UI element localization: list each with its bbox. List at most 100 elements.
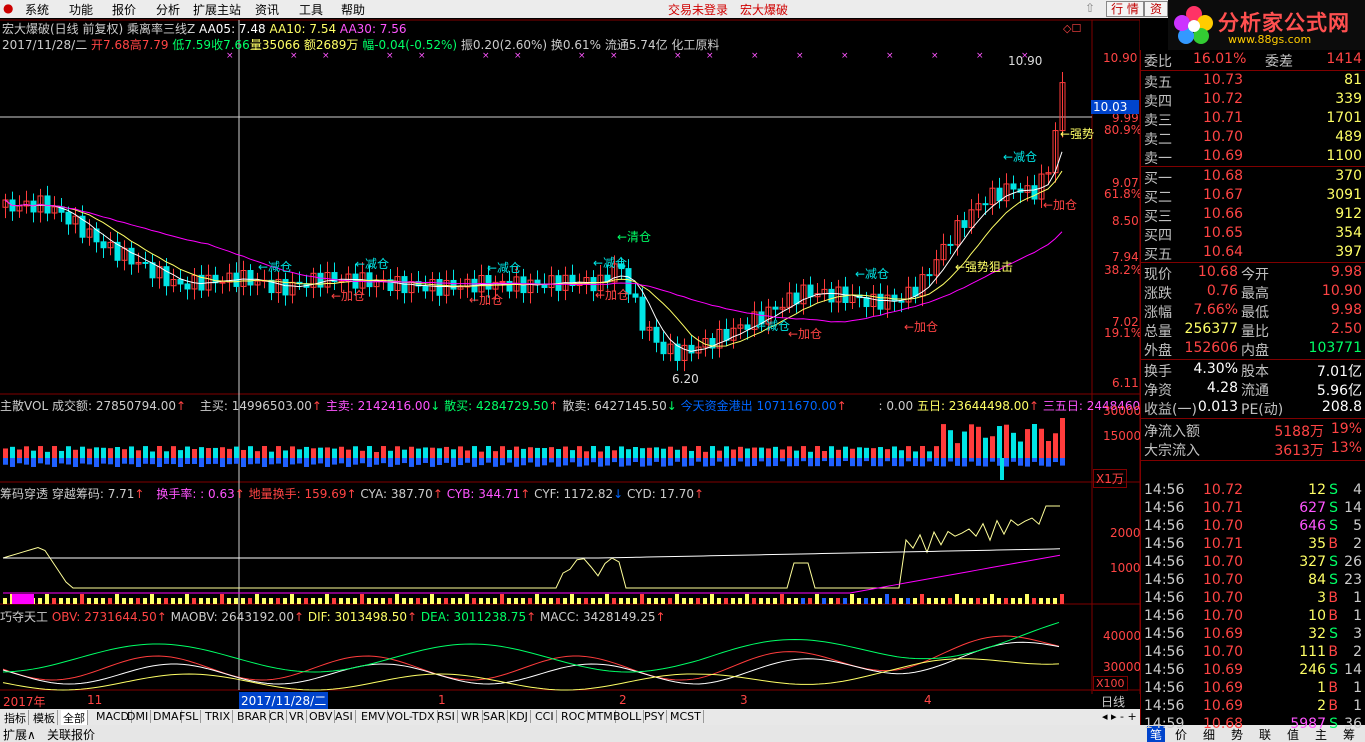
vol-bar-neg xyxy=(213,458,218,464)
vol-bar-neg xyxy=(94,458,99,467)
candle-body xyxy=(639,296,646,331)
vol-bar xyxy=(1046,441,1051,458)
candle-body xyxy=(898,300,905,303)
kline-chart[interactable]: × × × × × × × × × × × × × × × × × × xyxy=(0,18,1140,709)
tab-template[interactable]: 模板 xyxy=(31,710,58,726)
vol-bar xyxy=(409,446,414,458)
tab-trix[interactable]: TRIX xyxy=(203,710,234,723)
menu-item[interactable]: 功能 xyxy=(69,1,93,18)
chip-bar xyxy=(780,594,784,604)
tab-cci[interactable]: CCI xyxy=(533,710,557,723)
vol-bar-neg xyxy=(199,458,204,467)
tick-side: S xyxy=(1329,518,1338,534)
app-logo-icon[interactable]: ● xyxy=(3,1,13,15)
marker-star: × xyxy=(931,51,939,61)
vol-bar-neg xyxy=(752,458,757,466)
menu-item[interactable]: 资讯 xyxy=(255,1,279,18)
tab-roc[interactable]: ROC xyxy=(559,710,588,723)
tab-sar[interactable]: SAR xyxy=(481,710,509,723)
tab-psy[interactable]: PSY xyxy=(642,710,668,723)
quote-button[interactable]: 行 情 xyxy=(1106,1,1144,17)
vol-bar-neg xyxy=(815,458,820,467)
tab-boll[interactable]: BOLL xyxy=(611,710,645,723)
menu-item[interactable]: 系统 xyxy=(25,1,49,18)
tab-cr[interactable]: CR xyxy=(267,710,288,723)
vol-bar-neg xyxy=(976,458,981,466)
tab-rsi[interactable]: RSI xyxy=(435,710,458,723)
menu-item[interactable]: 报价 xyxy=(112,1,136,18)
vol-bar-neg xyxy=(829,458,834,467)
vol-bar xyxy=(276,446,281,458)
vol-bar-neg xyxy=(738,458,743,462)
chip-bar xyxy=(108,598,112,604)
vol-bar xyxy=(535,447,540,458)
obv-panel-name[interactable]: 巧夺天工 xyxy=(0,610,48,624)
tab-nav-arrows-icon[interactable]: ◂ ▸ - + xyxy=(1100,710,1139,723)
chip-bar xyxy=(101,598,105,604)
bid-volume: 397 xyxy=(1335,244,1362,260)
tick-time: 14:56 xyxy=(1144,482,1185,498)
vol-panel-name[interactable]: 主散VOL xyxy=(0,399,48,413)
expand-tab[interactable]: 扩展∧ xyxy=(3,726,36,742)
menu-item[interactable]: 帮助 xyxy=(341,1,365,18)
vol-bar xyxy=(626,449,631,458)
vol-bar xyxy=(339,446,344,458)
vol-bar xyxy=(962,431,967,458)
tab-wr[interactable]: WR xyxy=(459,710,483,723)
candle-body xyxy=(961,220,968,228)
vol-bar-neg xyxy=(479,458,484,466)
tab-mcst[interactable]: MCST xyxy=(668,710,704,723)
period-label[interactable]: 日线 xyxy=(1101,693,1125,710)
info-button[interactable]: 资 xyxy=(1144,1,1168,17)
tab-vol-tdx[interactable]: VOL-TDX xyxy=(385,710,438,723)
chip-cyd: CYD: 17.70 xyxy=(627,487,694,501)
chip-bar xyxy=(521,598,525,604)
quote-value: 10.68 xyxy=(1197,264,1238,280)
vol-bar xyxy=(899,450,904,458)
fund-value: 4.28 xyxy=(1206,380,1238,396)
menu-item[interactable]: 扩展主站 xyxy=(193,1,241,18)
login-status[interactable]: 交易未登录 xyxy=(668,1,728,18)
vol-bar-neg xyxy=(563,458,568,466)
signal-reduce: ←减仓 xyxy=(855,267,890,281)
menu-item[interactable]: 分析 xyxy=(156,1,180,18)
chip-bar xyxy=(948,598,952,604)
vol-bar-neg xyxy=(304,458,309,467)
chip-panel-name[interactable]: 筹码穿透 xyxy=(0,487,48,501)
diamond-icon[interactable]: ◇☐ xyxy=(1063,22,1081,35)
arrow-up-icon[interactable]: ⇧ xyxy=(1085,1,1095,15)
vol-bar-neg xyxy=(612,458,617,463)
vol-bar-neg xyxy=(745,458,750,467)
tick-price: 10.68 xyxy=(1203,716,1244,732)
vol-bar-neg xyxy=(857,458,862,467)
tab-brar[interactable]: BRAR xyxy=(235,710,270,723)
tick-time: 14:56 xyxy=(1144,590,1185,606)
chip-bar xyxy=(178,598,182,604)
tab-emv[interactable]: EMV xyxy=(359,710,388,723)
tab-asi[interactable]: ASI xyxy=(333,710,356,723)
chip-bar xyxy=(563,598,567,604)
tab-fsl[interactable]: FSL xyxy=(177,710,202,723)
cyf-line xyxy=(3,548,1061,559)
fund-row: 净资 4.28 流通 5.96亿 xyxy=(1141,379,1365,399)
chip-lines xyxy=(2,505,1064,604)
chip-bar xyxy=(122,598,126,604)
vol-bar xyxy=(52,446,57,458)
related-quotes-tab[interactable]: 关联报价 xyxy=(47,726,95,742)
bid-price: 10.66 xyxy=(1203,206,1244,222)
tab-vr[interactable]: VR xyxy=(287,710,308,723)
vol-bar-neg xyxy=(374,458,379,465)
candle-body xyxy=(436,278,443,296)
tab-kdj[interactable]: KDJ xyxy=(507,710,531,723)
chip-bar xyxy=(752,598,756,604)
vol-retail-buy: 散买: 4284729.50 xyxy=(444,399,549,413)
tab-dmi[interactable]: DMI xyxy=(125,710,152,723)
tab-obv[interactable]: OBV xyxy=(307,710,336,723)
tab-indicator[interactable]: 指标 xyxy=(2,710,29,726)
menu-item[interactable]: 工具 xyxy=(299,1,323,18)
chip-bar xyxy=(794,598,798,604)
chip-bar xyxy=(598,598,602,604)
quote-label: 外盘 xyxy=(1144,343,1172,359)
vol-bar xyxy=(766,448,771,458)
tab-all[interactable]: 全部 xyxy=(61,710,88,726)
